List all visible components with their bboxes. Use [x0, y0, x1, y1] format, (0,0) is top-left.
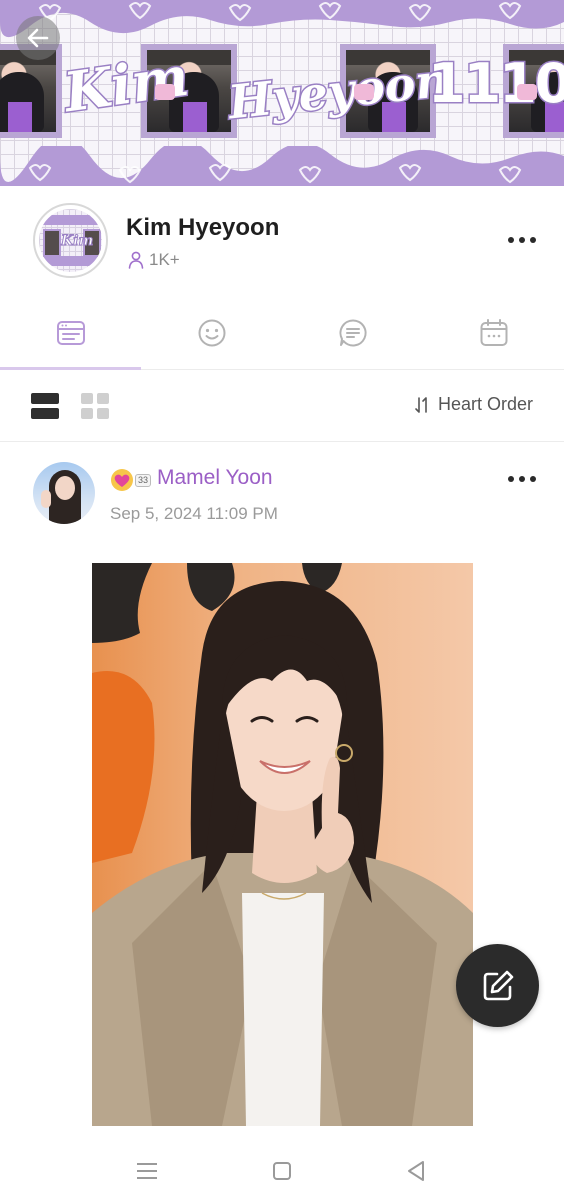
person-icon	[128, 251, 144, 269]
sort-label: Heart Order	[437, 394, 533, 414]
avatar-logo-text: Kim	[60, 233, 94, 250]
back-triangle-icon	[408, 1161, 424, 1181]
sort-arrows-icon	[415, 396, 427, 413]
calendar-icon	[480, 318, 507, 346]
banner-word-number: 1110	[426, 51, 564, 117]
compose-post-button[interactable]	[456, 944, 539, 1027]
compose-icon	[483, 970, 513, 1000]
system-home-button[interactable]	[267, 1156, 297, 1186]
more-horizontal-icon	[508, 237, 514, 243]
grid-view-icon[interactable]	[81, 392, 109, 420]
member-level-tag: 33	[135, 474, 152, 487]
community-header: Kim Kim Hyeyoon 1K+	[0, 186, 564, 296]
list-view-icon[interactable]	[31, 392, 59, 420]
community-avatar[interactable]: Kim	[33, 203, 108, 278]
more-horizontal-icon	[508, 476, 514, 482]
chat-lines-icon	[338, 318, 367, 346]
smiley-icon	[198, 319, 225, 346]
feed-toolbar: Heart Order	[0, 370, 564, 442]
menu-icon	[137, 1163, 157, 1179]
community-banner: Kim Hyeyoon 1110	[0, 0, 564, 186]
tab-chat[interactable]	[282, 296, 423, 369]
arrow-left-icon	[27, 28, 49, 48]
post-more-button[interactable]	[508, 476, 536, 482]
system-menu-button[interactable]	[132, 1156, 162, 1186]
community-more-button[interactable]	[508, 237, 536, 243]
community-name: Kim Hyeyoon	[126, 214, 280, 241]
post-photo-illustration	[92, 563, 473, 1126]
author-avatar[interactable]	[33, 462, 95, 524]
feed-board-icon	[56, 320, 85, 345]
tab-calendar[interactable]	[423, 296, 564, 369]
feed-post[interactable]: 33 Mamel Yoon Sep 5, 2024 11:09 PM	[0, 442, 564, 1142]
post-image[interactable]	[92, 563, 473, 1126]
section-tabs	[0, 296, 564, 370]
banner-wave-bottom	[0, 146, 564, 186]
back-button[interactable]	[16, 16, 60, 60]
sort-button[interactable]: Heart Order	[414, 394, 533, 415]
system-back-button[interactable]	[401, 1156, 431, 1186]
home-square-icon	[273, 1162, 291, 1180]
member-count-label: 1K+	[149, 250, 180, 269]
system-navigation-bar	[0, 1142, 564, 1200]
heart-badge-icon	[111, 469, 133, 491]
member-count: 1K+	[128, 250, 180, 270]
post-timestamp: Sep 5, 2024 11:09 PM	[110, 504, 278, 523]
author-name[interactable]: Mamel Yoon	[157, 466, 273, 490]
banner-wave-top	[0, 0, 564, 38]
tab-emoji[interactable]	[141, 296, 282, 369]
tab-feed[interactable]	[0, 296, 141, 370]
